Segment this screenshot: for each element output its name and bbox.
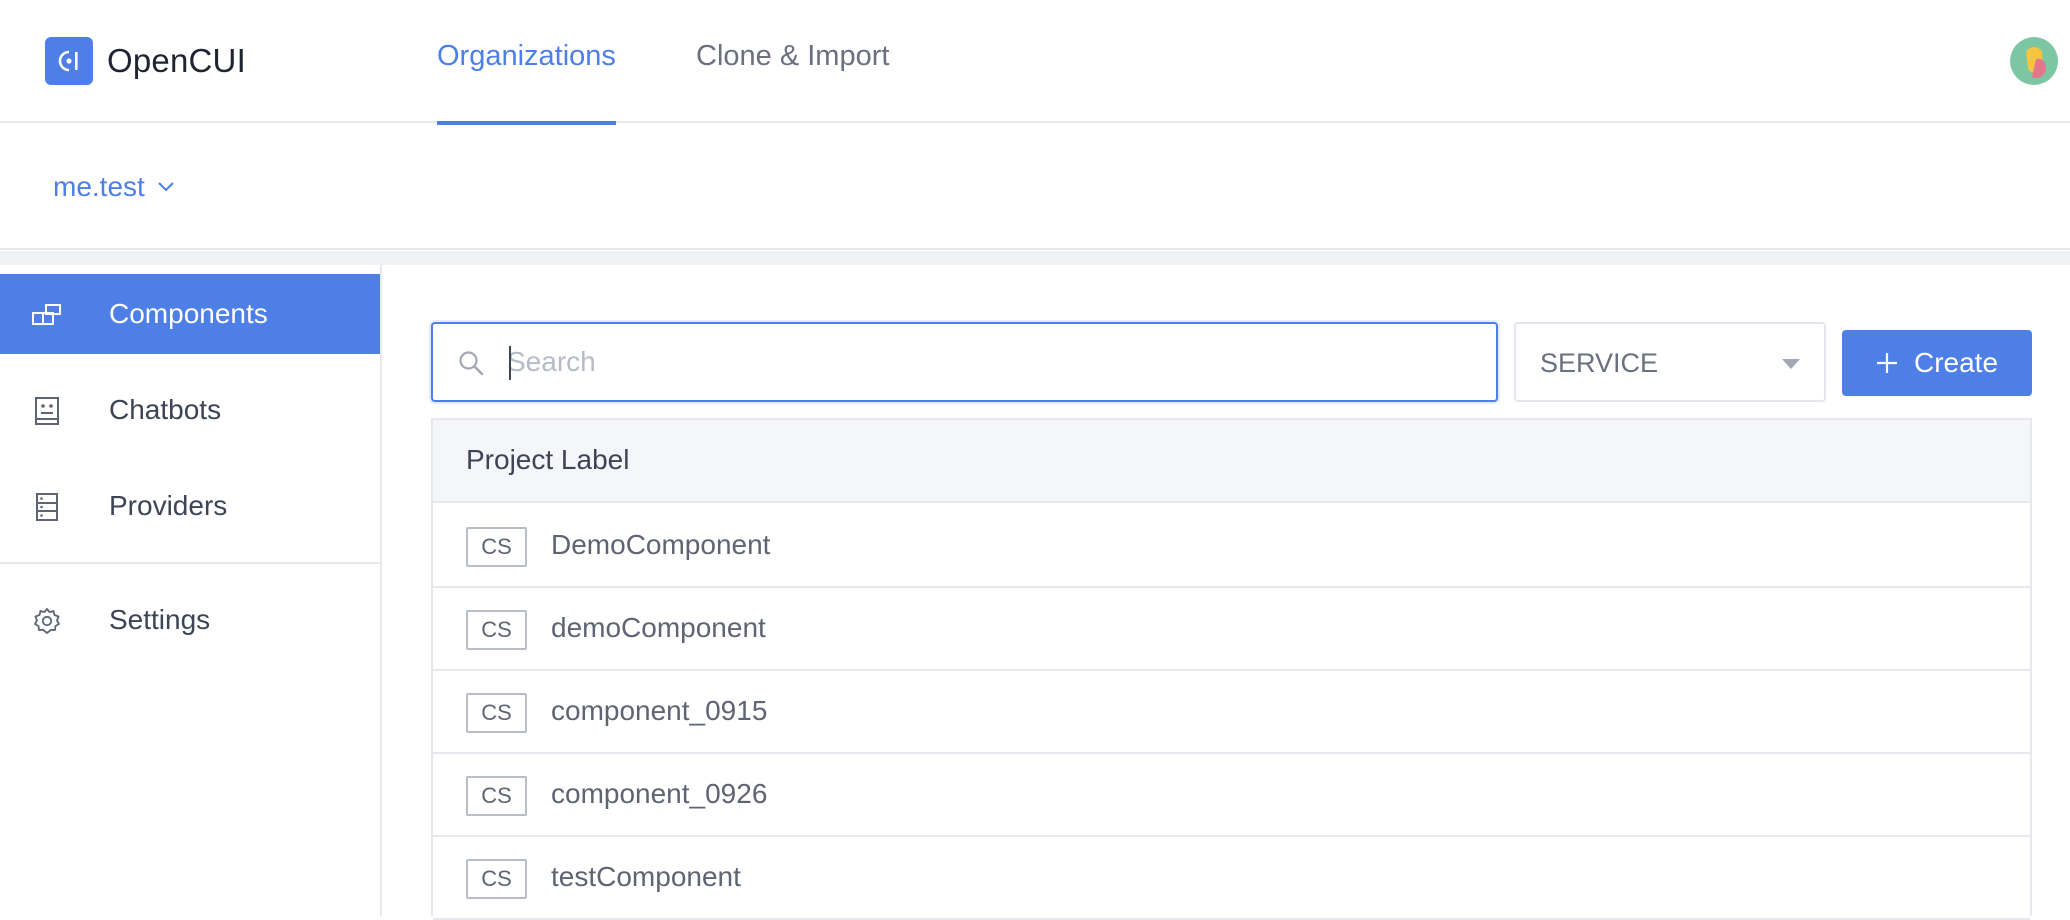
component-name[interactable]: component_0915 [551, 695, 767, 727]
component-name[interactable]: demoComponent [551, 612, 766, 644]
sidebar-item-label: Providers [109, 490, 228, 521]
tab-organizations[interactable]: Organizations [437, 40, 616, 73]
plus-icon [1876, 352, 1898, 374]
type-badge: CS [466, 776, 527, 816]
chevron-down-icon [158, 182, 174, 192]
table-row[interactable]: CS demoComponent [433, 588, 2030, 671]
org-bar: me.test [0, 125, 2070, 250]
table-row[interactable]: CS component_0926 [433, 754, 2030, 837]
opencui-logo-icon [45, 37, 93, 85]
gear-icon [31, 607, 63, 635]
type-filter-select[interactable]: SERVICE [1514, 322, 1826, 402]
app-logo[interactable]: OpenCUI [45, 37, 246, 85]
app-name: OpenCUI [107, 42, 246, 79]
table-header: Project Label [433, 420, 2030, 503]
top-bar: OpenCUI Organizations Clone & Import [0, 0, 2070, 125]
component-name[interactable]: testComponent [551, 861, 741, 893]
section-divider [0, 251, 2070, 265]
component-name[interactable]: component_0926 [551, 778, 767, 810]
type-badge: CS [466, 693, 527, 733]
providers-icon [31, 493, 63, 521]
table-row[interactable]: CS DemoComponent [433, 505, 2030, 588]
search-box[interactable] [431, 322, 1498, 402]
type-badge: CS [466, 859, 527, 899]
sidebar-item-providers[interactable]: Providers [0, 466, 380, 546]
create-button-label: Create [1913, 347, 1999, 378]
sidebar-item-label: Components [109, 298, 268, 329]
sidebar-item-label: Chatbots [109, 394, 222, 425]
components-table: Project Label CS DemoComponent CS demoCo… [431, 418, 2032, 920]
chatbot-icon [31, 397, 63, 425]
search-icon [458, 350, 484, 381]
text-cursor [509, 346, 511, 380]
caret-down-icon [1782, 359, 1800, 369]
components-icon [31, 301, 63, 329]
sidebar-item-components[interactable]: Components [0, 274, 380, 354]
org-name: me.test [53, 171, 145, 202]
table-row[interactable]: CS component_0915 [433, 671, 2030, 754]
sidebar-item-settings[interactable]: Settings [0, 580, 380, 660]
sidebar-item-chatbots[interactable]: Chatbots [0, 370, 380, 450]
org-selector[interactable]: me.test [53, 171, 175, 203]
select-value: SERVICE [1540, 348, 1659, 378]
column-header-project-label: Project Label [466, 444, 630, 475]
table-row[interactable]: CS testComponent [433, 837, 2030, 920]
tab-clone-import[interactable]: Clone & Import [696, 40, 889, 73]
avatar[interactable] [2010, 37, 2058, 85]
component-name[interactable]: DemoComponent [551, 529, 770, 561]
search-input[interactable] [507, 338, 1467, 386]
type-badge: CS [466, 527, 527, 567]
sidebar-item-label: Settings [109, 604, 211, 635]
sidebar-divider [0, 562, 380, 564]
type-badge: CS [466, 610, 527, 650]
create-button[interactable]: Create [1842, 330, 2032, 396]
sidebar: Components Chatbots Providers Settings [0, 265, 382, 916]
